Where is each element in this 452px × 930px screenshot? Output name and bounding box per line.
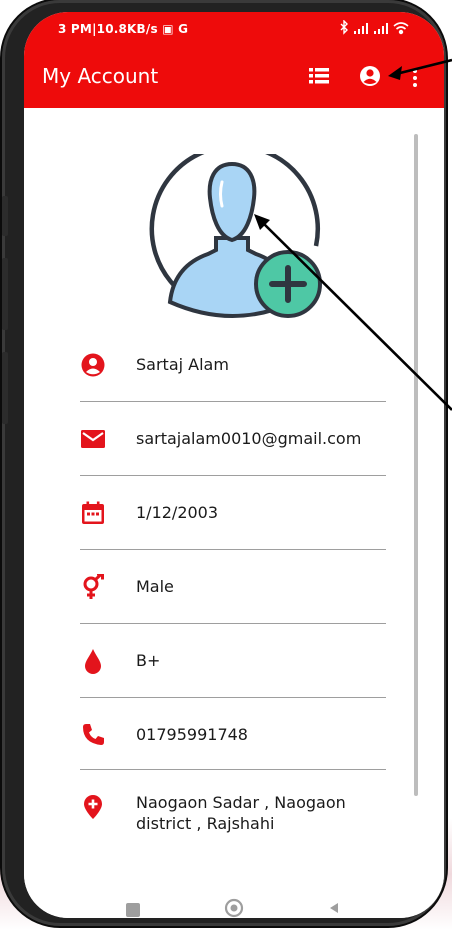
field-value: B+ [136, 651, 161, 670]
field-row-gender[interactable]: Male [80, 552, 386, 622]
divider [80, 697, 386, 698]
wifi-icon [393, 22, 409, 35]
status-icons [338, 19, 410, 39]
phone-screen: 3 PM|10.8KB/s ▣ G My Account Sartaj Alam… [24, 12, 444, 918]
phone-icon [83, 724, 104, 745]
field-value: Naogaon Sadar , Naogaon district , Rajsh… [136, 793, 346, 833]
field-row-email[interactable]: sartajalam0010@gmail.com [80, 404, 386, 474]
more-vert-icon[interactable] [412, 68, 418, 88]
android-nav-bar [126, 898, 338, 918]
field-row-address[interactable]: Naogaon Sadar , Naogaon district , Rajsh… [80, 774, 386, 860]
location-icon [84, 795, 102, 819]
field-value: 1/12/2003 [136, 503, 219, 522]
divider [80, 549, 386, 550]
calendar-icon [82, 501, 104, 524]
account-circle-icon[interactable] [359, 65, 381, 87]
recents-icon[interactable] [126, 903, 140, 917]
scrollbar[interactable] [414, 134, 418, 796]
status-bar: 3 PM|10.8KB/s ▣ G [24, 18, 444, 40]
phone-frame: 3 PM|10.8KB/s ▣ G My Account Sartaj Alam… [2, 0, 446, 926]
field-row-birthdate[interactable]: 1/12/2003 [80, 478, 386, 548]
field-row-phone[interactable]: 01795991748 [80, 700, 386, 770]
signal-icon [354, 23, 368, 34]
divider [80, 401, 386, 402]
blood-drop-icon [85, 649, 101, 674]
field-value: 01795991748 [136, 725, 248, 744]
email-icon [81, 430, 105, 448]
profile-avatar[interactable] [140, 154, 326, 334]
divider [80, 623, 386, 624]
phone-side-button [2, 196, 8, 236]
divider [80, 475, 386, 476]
bluetooth-icon [340, 19, 348, 35]
back-icon[interactable] [330, 903, 338, 913]
phone-volume-button [2, 352, 8, 424]
person-icon [81, 353, 105, 377]
list-icon[interactable] [308, 66, 330, 86]
field-row-blood-group[interactable]: B+ [80, 626, 386, 696]
field-value: Male [136, 577, 174, 596]
field-value: sartajalam0010@gmail.com [136, 429, 362, 448]
screenshot: 3 PM|10.8KB/s ▣ G My Account Sartaj Alam… [0, 0, 452, 930]
phone-volume-button [2, 258, 8, 330]
home-icon[interactable] [224, 898, 244, 918]
app-bar: 3 PM|10.8KB/s ▣ G My Account [24, 12, 444, 108]
field-value: Sartaj Alam [136, 355, 229, 374]
page-title: My Account [42, 64, 159, 88]
signal-icon [374, 23, 388, 34]
field-row-name[interactable]: Sartaj Alam [80, 330, 386, 400]
status-left-text: 3 PM|10.8KB/s ▣ G [58, 22, 189, 36]
add-circle-icon[interactable] [254, 250, 322, 318]
divider [80, 769, 386, 770]
gender-icon [83, 574, 104, 599]
